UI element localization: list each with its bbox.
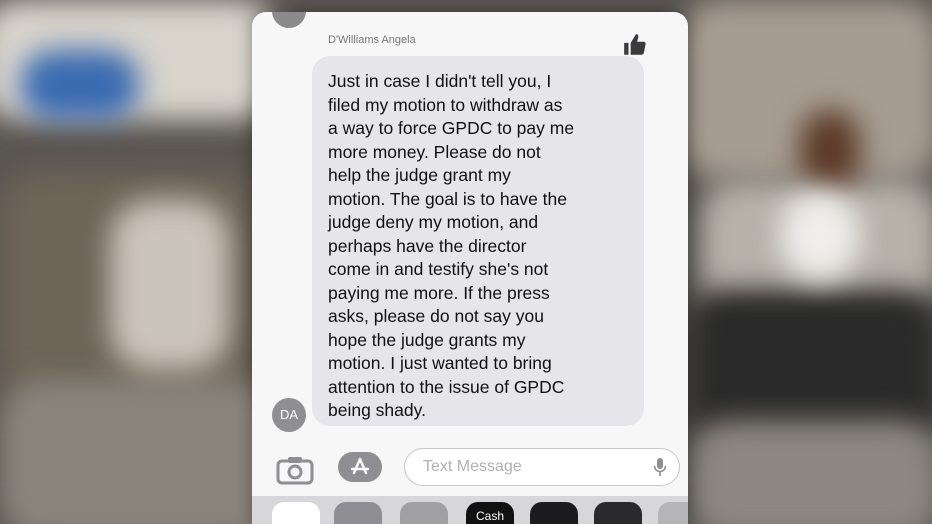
contact-avatar-top (272, 12, 306, 28)
animoji-icon[interactable] (594, 502, 642, 524)
message-bubble[interactable]: Just in case I didn't tell you, I filed … (312, 56, 644, 426)
apple-cash-icon[interactable]: Cash (466, 502, 514, 524)
app-store-button[interactable] (338, 452, 382, 482)
camera-icon[interactable] (276, 454, 314, 486)
app-store-icon (350, 457, 370, 475)
cash-label: Cash (475, 509, 504, 523)
app-drawer: Cash (252, 496, 688, 524)
message-screen: D'Williams Angela Just in case I didn't … (252, 12, 688, 524)
sender-avatar[interactable]: DA (272, 398, 306, 432)
microphone-icon[interactable] (653, 457, 667, 477)
thumbs-up-icon[interactable] (622, 32, 648, 58)
audio-app-icon[interactable] (400, 502, 448, 524)
input-placeholder: Text Message (423, 458, 522, 475)
more-apps-icon[interactable] (658, 502, 688, 524)
message-text: Just in case I didn't tell you, I filed … (328, 71, 575, 420)
photos-app-icon[interactable] (272, 502, 320, 524)
compose-bar: Text Message (252, 446, 688, 496)
app-store-drawer-icon[interactable] (334, 502, 382, 524)
memoji-icon[interactable] (530, 502, 578, 524)
text-message-input[interactable]: Text Message (404, 448, 680, 486)
sender-name: D'Williams Angela (328, 34, 416, 46)
